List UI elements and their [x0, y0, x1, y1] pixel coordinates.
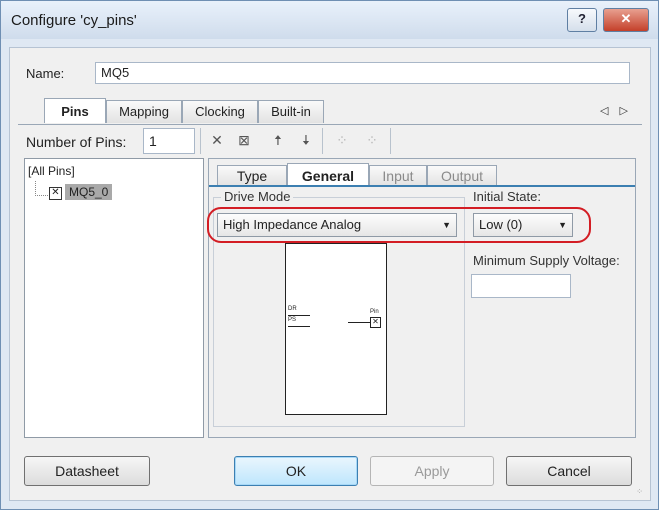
pin-label: Pin	[370, 309, 379, 315]
tab-built-in[interactable]: Built-in	[258, 100, 324, 123]
dialog-body: Name: MQ5 Pins Mapping Clocking Built-in…	[9, 47, 651, 501]
datasheet-button[interactable]: Datasheet	[24, 456, 150, 486]
min-supply-voltage-input[interactable]	[471, 274, 571, 298]
tab-clocking[interactable]: Clocking	[182, 100, 258, 123]
title-bar[interactable]: Configure 'cy_pins' ? ✕	[1, 1, 658, 39]
toolbar-separator	[322, 128, 323, 154]
configure-dialog: Configure 'cy_pins' ? ✕ Name: MQ5 Pins M…	[0, 0, 659, 510]
cancel-button[interactable]: Cancel	[506, 456, 632, 486]
name-input[interactable]: MQ5	[95, 62, 630, 84]
tree-root-all-pins[interactable]: [All Pins]	[28, 164, 75, 178]
tab-mapping[interactable]: Mapping	[106, 100, 182, 123]
close-button[interactable]: ✕	[603, 8, 649, 32]
ps-line	[288, 326, 310, 327]
ok-button[interactable]: OK	[234, 456, 358, 486]
tab-type[interactable]: Type	[217, 165, 287, 186]
drive-mode-legend: Drive Mode	[221, 189, 294, 204]
pin-settings-pane: Type General Input Output Drive Mode Hig…	[208, 158, 636, 438]
group-icon[interactable]: ⁘	[332, 130, 352, 150]
pin-checkbox-icon[interactable]: ✕	[49, 187, 62, 200]
pin-terminal-icon: ✕	[370, 317, 381, 328]
number-of-pins-label: Number of Pins:	[26, 134, 127, 150]
move-up-icon[interactable]: 🠅	[268, 130, 288, 150]
tab-pins[interactable]: Pins	[44, 98, 106, 123]
highlight-annotation	[207, 207, 591, 243]
name-label: Name:	[26, 66, 65, 81]
ungroup-icon[interactable]: ⁘	[362, 130, 382, 150]
inner-tab-divider	[209, 185, 635, 187]
dr-line	[288, 315, 310, 316]
delete-pin-icon[interactable]: ✕	[207, 130, 227, 150]
move-down-icon[interactable]: 🠇	[296, 130, 316, 150]
tab-general[interactable]: General	[287, 163, 369, 186]
window-title: Configure 'cy_pins'	[11, 12, 137, 29]
tab-scroll-arrows-icon[interactable]: ◁ ▷	[600, 104, 632, 117]
help-button[interactable]: ?	[567, 8, 597, 32]
tree-item-mq5-0[interactable]: MQ5_0	[65, 184, 113, 200]
add-pin-icon[interactable]: ⊠	[234, 130, 254, 150]
dr-label: DR	[288, 306, 297, 312]
tab-divider	[18, 124, 642, 125]
ps-label: PS	[288, 317, 297, 323]
number-of-pins-input[interactable]: 1	[143, 128, 195, 154]
apply-button[interactable]: Apply	[370, 456, 494, 486]
pin-line	[348, 322, 370, 323]
toolbar-separator	[390, 128, 391, 154]
tree-connector	[35, 181, 48, 196]
min-supply-voltage-label: Minimum Supply Voltage:	[473, 253, 620, 268]
initial-state-label: Initial State:	[473, 189, 541, 204]
toolbar-separator	[200, 128, 201, 154]
pin-schematic-diagram: DR PS Pin ✕	[285, 243, 387, 415]
pin-tree[interactable]: [All Pins] ✕ MQ5_0	[24, 158, 204, 438]
tab-input[interactable]: Input	[369, 165, 427, 186]
resize-grip-icon[interactable]: ⁘	[636, 487, 644, 496]
tab-output[interactable]: Output	[427, 165, 497, 186]
